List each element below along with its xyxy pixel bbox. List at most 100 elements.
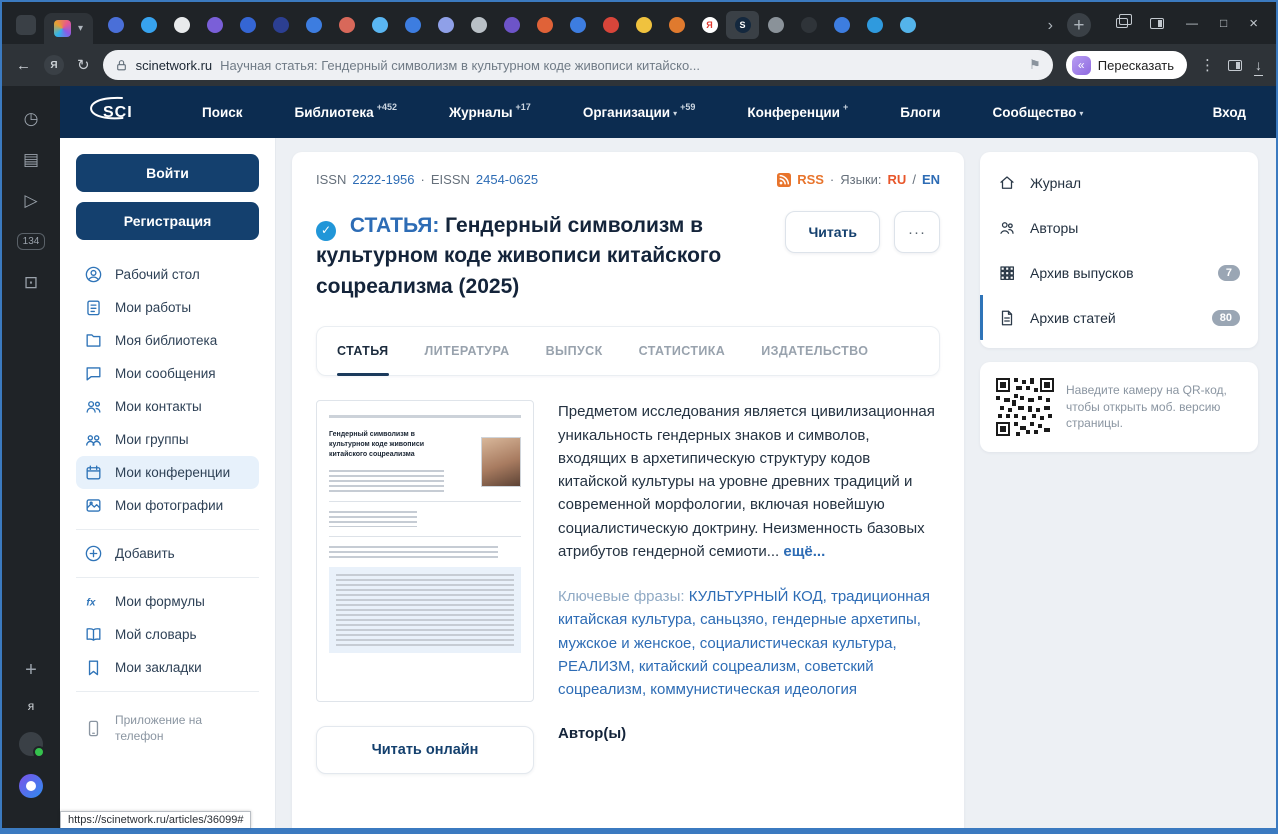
address-bar[interactable]: scinetwork.ru Научная статья: Гендерный … bbox=[103, 50, 1053, 80]
issn-link[interactable]: 2222-1956 bbox=[352, 172, 414, 187]
video-icon[interactable]: ▷ bbox=[24, 192, 37, 209]
tab-favicon[interactable] bbox=[627, 11, 660, 39]
tab-favicon[interactable] bbox=[165, 11, 198, 39]
nav-item-community[interactable]: Сообщество▾ bbox=[993, 105, 1084, 120]
separator-dot: · bbox=[421, 172, 425, 187]
tab-favicon[interactable] bbox=[363, 11, 396, 39]
sidebar-item-desktop[interactable]: Рабочий стол bbox=[76, 258, 259, 291]
bookmark-flag-icon[interactable]: ⚑ bbox=[1029, 57, 1041, 73]
notes-icon[interactable]: ▤ bbox=[23, 151, 39, 168]
sidebar-item-dictionary[interactable]: Мой словарь bbox=[76, 618, 259, 651]
new-tab-button[interactable]: + bbox=[1067, 13, 1091, 37]
tab-favicon[interactable] bbox=[297, 11, 330, 39]
tab-favicon[interactable] bbox=[858, 11, 891, 39]
tab-favicon[interactable]: Я bbox=[693, 11, 726, 39]
right-nav-item-home[interactable]: Журнал bbox=[980, 160, 1258, 205]
tab-favicon[interactable] bbox=[561, 11, 594, 39]
tab-favicon[interactable] bbox=[594, 11, 627, 39]
article-tab[interactable]: ВЫПУСК bbox=[546, 327, 603, 375]
site-logo[interactable]: SCI bbox=[86, 95, 150, 130]
nav-item-library[interactable]: Библиотека+452 bbox=[295, 105, 397, 120]
screenshot-icon[interactable]: ⊡ bbox=[24, 274, 38, 291]
history-icon[interactable]: ◷ bbox=[24, 110, 39, 127]
tab-favicon[interactable] bbox=[330, 11, 363, 39]
tab-favicon[interactable] bbox=[891, 11, 924, 39]
sidebar-item-works[interactable]: Мои работы bbox=[76, 291, 259, 324]
nav-item-login[interactable]: Вход bbox=[1213, 105, 1246, 120]
sidebar-item-formulas[interactable]: fxМои формулы bbox=[76, 585, 259, 618]
rss-link[interactable]: RSS bbox=[797, 172, 824, 187]
overlap-windows-icon[interactable] bbox=[1116, 18, 1128, 28]
tab-favicon[interactable] bbox=[528, 11, 561, 39]
nav-item-blogs[interactable]: Блоги bbox=[900, 105, 940, 120]
nav-item-organizations[interactable]: Организации▾+59 bbox=[583, 105, 696, 120]
tab-favicon[interactable] bbox=[825, 11, 858, 39]
sidebar-item-photos[interactable]: Мои фотографии bbox=[76, 489, 259, 522]
add-panel-icon[interactable]: + bbox=[25, 660, 37, 680]
tab-favicon[interactable] bbox=[231, 11, 264, 39]
tab-favicon[interactable] bbox=[132, 11, 165, 39]
active-tab[interactable]: ▾ bbox=[44, 13, 93, 44]
article-tab[interactable]: СТАТЬЯ bbox=[337, 327, 389, 375]
sidebar-item-library[interactable]: Моя библиотека bbox=[76, 324, 259, 357]
tab-favicon[interactable] bbox=[660, 11, 693, 39]
yandex-mini-icon[interactable]: я bbox=[28, 700, 35, 712]
more-options-button[interactable]: ··· bbox=[894, 211, 940, 253]
right-nav-item-grid[interactable]: Архив выпусков7 bbox=[980, 250, 1258, 295]
tab-favicon[interactable] bbox=[396, 11, 429, 39]
maximize-button[interactable]: □ bbox=[1220, 17, 1227, 29]
favicon-glyph bbox=[405, 17, 421, 33]
profile-avatar[interactable] bbox=[19, 732, 43, 756]
browser-menu-icon[interactable] bbox=[16, 15, 36, 35]
retell-button[interactable]: « Пересказать bbox=[1066, 51, 1187, 79]
tab-favicon[interactable]: S bbox=[726, 11, 759, 39]
tab-favicon[interactable] bbox=[462, 11, 495, 39]
download-icon[interactable]: ↓ bbox=[1255, 57, 1262, 73]
tab-favicon[interactable] bbox=[264, 11, 297, 39]
counter-badge[interactable]: 134 bbox=[17, 233, 46, 250]
tab-favicon[interactable] bbox=[99, 11, 132, 39]
read-online-button[interactable]: Читать онлайн bbox=[316, 726, 534, 774]
tab-favicon[interactable] bbox=[198, 11, 231, 39]
back-icon[interactable]: ← bbox=[16, 58, 31, 73]
lang-en-link[interactable]: EN bbox=[922, 172, 940, 187]
right-nav-item-doc[interactable]: Архив статей80 bbox=[980, 295, 1258, 340]
nav-item-conferences[interactable]: Конференции+ bbox=[747, 105, 848, 120]
minimize-button[interactable]: — bbox=[1186, 17, 1198, 29]
sidebar-item-add[interactable]: Добавить bbox=[76, 537, 259, 570]
read-button[interactable]: Читать bbox=[785, 211, 880, 253]
sidebar-item-contacts[interactable]: Мои контакты bbox=[76, 390, 259, 423]
chevron-down-icon[interactable]: ▾ bbox=[78, 24, 83, 34]
alice-icon[interactable] bbox=[19, 774, 43, 798]
refresh-icon[interactable]: ↻ bbox=[77, 58, 90, 73]
sidebar-item-label: Приложение на телефон bbox=[115, 713, 225, 744]
nav-item-search[interactable]: Поиск bbox=[202, 105, 243, 120]
more-link[interactable]: ещё... bbox=[783, 543, 825, 560]
tab-favicon[interactable] bbox=[759, 11, 792, 39]
sidebar-item-bookmarks[interactable]: Мои закладки bbox=[76, 651, 259, 684]
sidebar-item-conferences[interactable]: Мои конференции bbox=[76, 456, 259, 489]
yandex-button[interactable]: Я bbox=[44, 55, 64, 75]
collections-icon[interactable] bbox=[1228, 60, 1242, 71]
right-nav-item-authors[interactable]: Авторы bbox=[980, 205, 1258, 250]
sidebar-item-messages[interactable]: Мои сообщения bbox=[76, 357, 259, 390]
article-tab[interactable]: ИЗДАТЕЛЬСТВО bbox=[761, 327, 868, 375]
login-button[interactable]: Войти bbox=[76, 154, 259, 192]
tab-favicon[interactable] bbox=[495, 11, 528, 39]
tab-favicon[interactable] bbox=[429, 11, 462, 39]
article-tab[interactable]: СТАТИСТИКА bbox=[639, 327, 726, 375]
tab-favicon[interactable] bbox=[792, 11, 825, 39]
register-button[interactable]: Регистрация bbox=[76, 202, 259, 240]
kebab-menu-icon[interactable]: ⋮ bbox=[1200, 58, 1215, 73]
article-preview[interactable]: Гендерный символизм в культурном коде жи… bbox=[316, 400, 534, 702]
eissn-link[interactable]: 2454-0625 bbox=[476, 172, 538, 187]
lang-ru-link[interactable]: RU bbox=[888, 172, 907, 187]
abstract-text: Предметом исследования является цивилиза… bbox=[558, 400, 940, 563]
article-tab[interactable]: ЛИТЕРАТУРА bbox=[425, 327, 510, 375]
close-button[interactable]: × bbox=[1249, 16, 1258, 31]
side-panel-icon[interactable] bbox=[1150, 18, 1164, 29]
sidebar-item-phone[interactable]: Приложение на телефон bbox=[76, 713, 259, 744]
nav-item-journals[interactable]: Журналы+17 bbox=[449, 105, 531, 120]
tab-scroll-icon[interactable]: › bbox=[1048, 18, 1053, 34]
sidebar-item-groups[interactable]: Мои группы bbox=[76, 423, 259, 456]
